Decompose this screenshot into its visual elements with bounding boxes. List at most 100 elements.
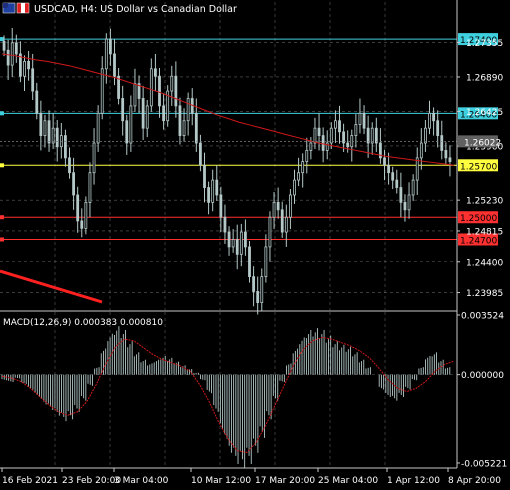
candle-body (346, 142, 350, 148)
candle-body (419, 142, 423, 159)
time-tick-label: 25 Mar 04:00 (318, 476, 378, 486)
header: USDCAD, H4: US Dollar vs Canadian Dollar (2, 2, 237, 15)
candle-body (31, 68, 35, 92)
candle-body (362, 112, 366, 129)
price-tick-label: 1.24815 (466, 227, 503, 237)
candle-body (383, 157, 386, 166)
level-price-label: 1.25700 (460, 162, 497, 172)
candle-body (289, 194, 292, 218)
candle-body (235, 239, 239, 255)
candle-body (72, 172, 75, 196)
chart-canvas[interactable]: 1.274001.264001.257001.250001.24700 1.27… (0, 0, 510, 490)
candle-body (264, 246, 268, 278)
candle-body (301, 161, 305, 174)
candle-body (162, 105, 165, 122)
candle-body (96, 112, 100, 144)
candle-body (215, 179, 219, 196)
candle-body (256, 291, 260, 303)
candle-body (88, 172, 92, 203)
candle-body (297, 172, 300, 181)
candle-body (203, 164, 206, 188)
candle-body (338, 120, 341, 133)
candle-body (239, 231, 243, 255)
candle-body (207, 187, 210, 203)
chart-background (0, 0, 510, 490)
candle-body (27, 60, 30, 70)
candle-body (133, 83, 137, 107)
candle-body (92, 142, 96, 174)
candle-body (293, 179, 296, 196)
candle-body (276, 201, 280, 211)
candle-body (125, 120, 129, 144)
candle-body (444, 150, 448, 159)
candle-body (448, 157, 452, 162)
candle-body (428, 112, 431, 129)
candle-body (129, 105, 133, 144)
price-tick-label: 1.26425 (466, 108, 503, 118)
candle-body (407, 194, 411, 211)
price-tick-label: 1.24400 (466, 258, 503, 268)
candle-body (436, 120, 440, 136)
candle-body (313, 127, 317, 144)
level-price-label: 1.25000 (460, 214, 497, 224)
candle-body (334, 120, 337, 129)
macd-tick-label: -0.005221 (461, 459, 507, 469)
candle-body (403, 201, 407, 211)
candle-body (121, 98, 125, 122)
level-handle (0, 215, 4, 220)
price-tick-label: 1.26890 (466, 73, 503, 83)
candle-body (35, 90, 39, 114)
candle-body (358, 112, 362, 125)
candle-body (6, 49, 10, 66)
candle-body (104, 38, 108, 70)
candle-body (170, 75, 174, 92)
candle-body (2, 40, 6, 51)
time-tick-label: 3 Mar 04:00 (114, 476, 169, 486)
current-price-label: 1.26022 (464, 138, 501, 148)
price-tick-label: 1.25230 (466, 197, 503, 207)
candle-body (272, 201, 276, 218)
candle-body (109, 38, 112, 55)
candle-body (395, 179, 399, 188)
level-handle (0, 237, 4, 242)
candle-body (186, 98, 190, 122)
candle-body (391, 172, 395, 181)
trading-chart-window: 1.27400 1.26400 1.25700 1.25000 1.24700 1.27… (0, 0, 510, 490)
candle-body (219, 194, 223, 218)
candle-body (145, 105, 149, 129)
flag-usd-canton (3, 3, 8, 8)
candle-body (64, 135, 67, 159)
candle-body (39, 112, 43, 136)
candle-body (80, 220, 84, 229)
candle-body (252, 276, 255, 292)
candle-body (174, 75, 178, 107)
time-tick-label: 10 Mar 12:00 (191, 476, 251, 486)
candle-body (47, 120, 51, 144)
candle-body (194, 112, 198, 144)
candle-body (158, 75, 161, 107)
level-handle (0, 111, 4, 116)
macd-label: MACD(12,26,9) 0.000383 0.000810 (3, 318, 163, 328)
candle-body (399, 187, 403, 203)
candle-body (10, 42, 14, 66)
candle-body (387, 164, 390, 174)
candle-body (68, 157, 71, 174)
candle-body (178, 105, 182, 136)
candle-body (14, 42, 18, 55)
candle-body (260, 276, 264, 303)
candle-body (84, 201, 88, 229)
symbol-title: USDCAD, H4: US Dollar vs Canadian Dollar (34, 4, 237, 15)
candle-body (211, 179, 215, 203)
level-price-label: 1.24700 (460, 236, 497, 246)
candle-body (317, 127, 321, 136)
candle-body (354, 124, 358, 136)
candle-body (141, 98, 145, 129)
candle-body (199, 142, 202, 166)
candle-body (432, 112, 435, 122)
candle-body (154, 68, 157, 77)
candle-body (231, 239, 235, 248)
candle-body (280, 209, 284, 233)
candle-body (244, 231, 247, 248)
level-handle (0, 37, 4, 42)
macd-tick-label: 0.000000 (461, 371, 504, 381)
